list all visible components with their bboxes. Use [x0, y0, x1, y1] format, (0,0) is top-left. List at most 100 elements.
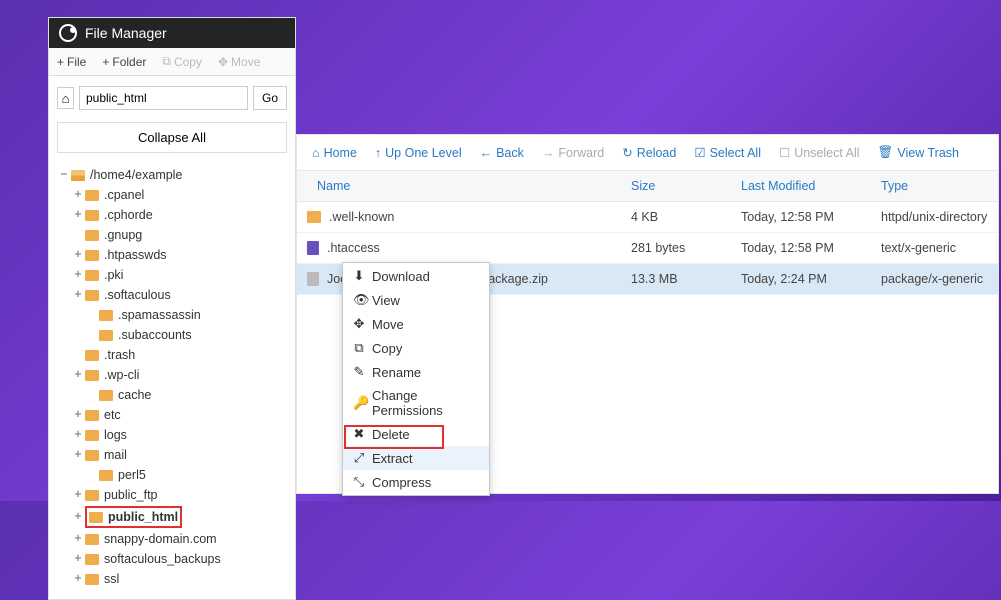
tree-label: mail [104, 446, 289, 464]
expand-icon[interactable]: + [73, 446, 83, 464]
tree-item[interactable]: + mail [59, 445, 289, 465]
tree-item[interactable]: +public_html [59, 505, 289, 529]
expand-icon[interactable]: + [73, 550, 83, 568]
tree-label: .softaculous [104, 286, 289, 304]
folder-button[interactable]: +Folder [94, 48, 154, 75]
tree-item[interactable]: +.htpasswds [59, 245, 289, 265]
up-level-button[interactable]: ↑Up One Level [366, 135, 471, 171]
file-size: 13.3 MB [625, 264, 735, 294]
folder-icon [85, 490, 99, 501]
home-button[interactable]: ⌂Home [303, 135, 366, 171]
ctx-rename[interactable]: ✎Rename [343, 360, 489, 384]
collapse-icon[interactable]: − [59, 166, 69, 184]
select-all-button[interactable]: ☑Select All [685, 135, 770, 171]
ctx-download[interactable]: ⬇Download [343, 264, 489, 288]
folder-icon [85, 534, 99, 545]
path-input[interactable] [79, 86, 248, 110]
expand-icon[interactable]: + [73, 286, 83, 304]
folder-icon [89, 512, 103, 523]
tree-item[interactable]: + .softaculous [59, 285, 289, 305]
delete-icon: ✖ [353, 426, 365, 442]
ctx-extract[interactable]: ⤢Extract [343, 446, 489, 470]
tree-item[interactable]: .spamassassin [59, 305, 289, 325]
expand-icon[interactable]: + [73, 206, 83, 224]
tree-item[interactable]: +public_ftp [59, 485, 289, 505]
folder-icon [85, 250, 99, 261]
table-row[interactable]: .htaccess281 bytesToday, 12:58 PMtext/x-… [297, 233, 998, 264]
path-row: ⌂ Go [49, 76, 295, 120]
right-toolbar: ⌂Home ↑Up One Level ←Back →Forward ↻Relo… [297, 135, 998, 171]
col-type[interactable]: Type [875, 171, 995, 201]
tree-item[interactable]: .subaccounts [59, 325, 289, 345]
tree-label: cache [118, 386, 289, 404]
tree-item[interactable]: perl5 [59, 465, 289, 485]
forward-button[interactable]: →Forward [533, 135, 613, 171]
col-name[interactable]: Name [297, 171, 625, 201]
ctx-change-permissions[interactable]: 🔑Change Permissions [343, 384, 489, 422]
expand-icon[interactable]: + [73, 246, 83, 264]
col-modified[interactable]: Last Modified [735, 171, 875, 201]
expand-icon[interactable]: + [73, 486, 83, 504]
move-button[interactable]: ✥Move [210, 48, 268, 75]
tree-root[interactable]: − /home4/example [59, 165, 289, 185]
tree-item[interactable]: .gnupg [59, 225, 289, 245]
tree-label: snappy-domain.com [104, 530, 289, 548]
expand-icon[interactable]: + [73, 426, 83, 444]
back-button[interactable]: ←Back [471, 135, 533, 171]
tree-label: .cphorde [104, 206, 289, 224]
file-name: .htaccess [327, 241, 380, 255]
tree-item[interactable]: + logs [59, 425, 289, 445]
tree-item[interactable]: .trash [59, 345, 289, 365]
copy-button[interactable]: ⧉Copy [154, 48, 210, 75]
folder-icon [85, 430, 99, 441]
tree-item[interactable]: +.pki [59, 265, 289, 285]
folder-open-icon [71, 170, 85, 181]
tree-label: .subaccounts [118, 326, 289, 344]
reload-button[interactable]: ↻Reload [613, 135, 685, 171]
key-icon: 🔑 [353, 395, 365, 411]
tree-item[interactable]: + snappy-domain.com [59, 529, 289, 549]
ctx-view[interactable]: 👁View [343, 288, 489, 312]
folder-tree: − /home4/example +.cpanel+.cphorde.gnupg… [49, 161, 295, 599]
file-size: 281 bytes [625, 233, 735, 263]
tree-label: softaculous_backups [104, 550, 289, 568]
home-icon[interactable]: ⌂ [57, 87, 74, 109]
expand-icon[interactable]: + [73, 186, 83, 204]
col-size[interactable]: Size [625, 171, 735, 201]
folder-icon [85, 370, 99, 381]
expand-icon[interactable]: + [73, 530, 83, 548]
go-button[interactable]: Go [253, 86, 287, 110]
plus-icon: + [57, 55, 64, 69]
ctx-compress[interactable]: ⤡Compress [343, 470, 489, 494]
expand-icon[interactable]: + [73, 570, 83, 588]
expand-icon[interactable]: + [73, 266, 83, 284]
table-row[interactable]: .well-known4 KBToday, 12:58 PMhttpd/unix… [297, 202, 998, 233]
ctx-delete[interactable]: ✖Delete [343, 422, 489, 446]
file-button[interactable]: +File [49, 48, 94, 75]
back-icon: ← [480, 146, 493, 160]
tree-item[interactable]: +ssl [59, 569, 289, 589]
collapse-all-button[interactable]: Collapse All [57, 122, 287, 153]
folder-icon [85, 450, 99, 461]
tree-item[interactable]: + softaculous_backups [59, 549, 289, 569]
tree-item[interactable]: cache [59, 385, 289, 405]
ctx-copy[interactable]: ⧉Copy [343, 336, 489, 360]
file-name: .well-known [329, 210, 394, 224]
ctx-move[interactable]: ✥Move [343, 312, 489, 336]
check-icon: ☑ [694, 145, 705, 160]
view-trash-button[interactable]: 🗑View Trash [869, 135, 968, 171]
tree-item[interactable]: +.wp-cli [59, 365, 289, 385]
expand-icon[interactable]: + [73, 406, 83, 424]
tree-item[interactable]: + .cphorde [59, 205, 289, 225]
context-menu: ⬇Download 👁View ✥Move ⧉Copy ✎Rename 🔑Cha… [342, 262, 490, 496]
expand-icon[interactable]: + [73, 366, 83, 384]
tree-item[interactable]: +.cpanel [59, 185, 289, 205]
tree-label: logs [104, 426, 289, 444]
home-icon: ⌂ [312, 146, 320, 160]
expand-icon[interactable]: + [73, 508, 83, 526]
tree-item[interactable]: +etc [59, 405, 289, 425]
uncheck-icon: ☐ [779, 145, 790, 160]
file-modified: Today, 12:58 PM [735, 202, 875, 232]
app-title: File Manager [85, 25, 167, 41]
unselect-all-button[interactable]: ☐Unselect All [770, 135, 869, 171]
